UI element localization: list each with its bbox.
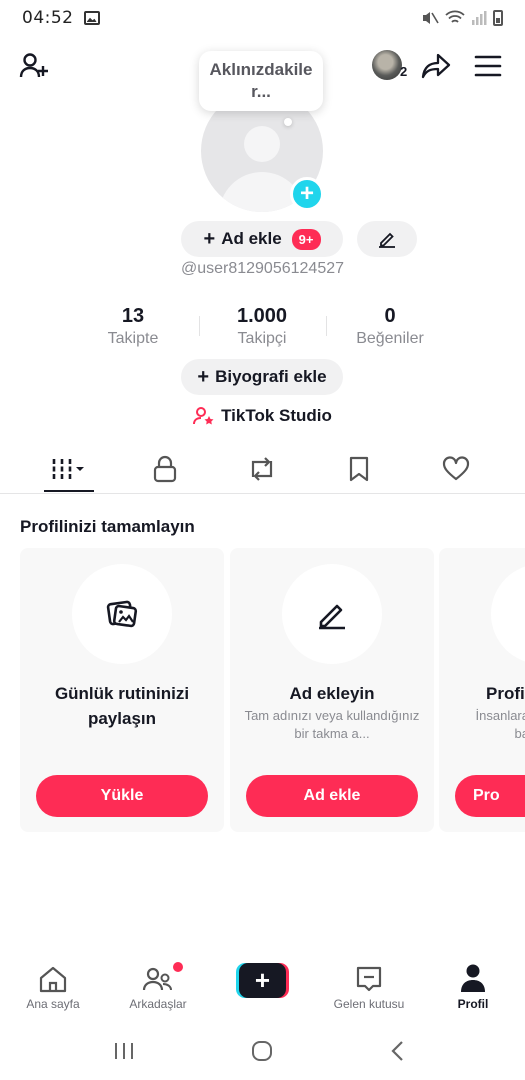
home-system-button[interactable] (242, 1036, 282, 1066)
home-icon (39, 966, 67, 993)
card-button-label: Pro (473, 787, 500, 804)
stat-label: Beğeniler (356, 330, 424, 347)
stat-followers[interactable]: 1.000 Takipçi (202, 305, 322, 348)
add-bio-button[interactable]: + Biyografi ekle (181, 359, 343, 395)
stat-likes[interactable]: 0 Beğeniler (330, 305, 450, 348)
stat-value: 13 (121, 305, 145, 327)
photo-upload-icon (106, 600, 138, 628)
friends-icon (142, 967, 172, 991)
add-photo-button[interactable]: + (290, 177, 324, 211)
recent-apps-button[interactable] (104, 1036, 144, 1066)
friend-count: 2 (400, 64, 408, 79)
card-icon-circle (282, 564, 382, 664)
card-title: Profi (486, 684, 525, 703)
stat-label: Takipte (107, 330, 159, 347)
edit-profile-button[interactable] (357, 221, 417, 257)
profile-tabs (0, 448, 525, 494)
nav-label: Profil (457, 997, 489, 1011)
add-name-label: Ad ekle (221, 229, 282, 248)
card-button[interactable]: Pro (455, 775, 525, 817)
system-nav-bar (0, 1024, 525, 1080)
create-button[interactable]: + (236, 963, 289, 998)
tab-liked[interactable] (436, 452, 476, 486)
tab-favorites[interactable] (339, 452, 379, 486)
add-bio-label: Biyografi ekle (215, 367, 327, 386)
inbox-icon (356, 966, 382, 992)
stat-divider (326, 316, 327, 336)
bookmark-icon (349, 456, 369, 482)
hamburger-icon (474, 55, 502, 77)
add-name-button[interactable]: + Ad ekle 9+ (181, 221, 343, 257)
stat-value: 1.000 (236, 305, 288, 327)
friends-notification-dot (173, 962, 183, 972)
upload-button[interactable]: Yükle (36, 775, 208, 817)
back-button[interactable] (378, 1036, 418, 1066)
studio-user-star-icon (193, 407, 214, 425)
repost-icon (251, 457, 273, 481)
videos-grid-icon (52, 459, 84, 479)
nav-label: Gelen kutusu (333, 997, 405, 1011)
profile-icon (461, 964, 485, 992)
note-bubble-text: Aklınızdakile r... (209, 60, 313, 101)
avatar-head-shape (244, 126, 280, 162)
add-friend-button[interactable] (16, 48, 52, 84)
add-user-icon (19, 53, 48, 78)
note-bubble[interactable]: Aklınızdakile r... (199, 51, 323, 111)
signal-icon (472, 11, 487, 25)
username: @user8129056124527 (180, 260, 345, 277)
tab-videos[interactable] (48, 452, 88, 486)
stat-value: 0 (384, 305, 396, 327)
card-title: Ad ekleyin (289, 684, 375, 703)
wifi-icon (445, 10, 465, 23)
status-bar: 04:52 (0, 0, 525, 36)
tab-private[interactable] (145, 452, 185, 486)
card-profile-partial[interactable]: Profi İnsanlara ba Pro (439, 548, 525, 832)
pencil-icon (319, 604, 345, 630)
friend-avatar (372, 50, 402, 80)
nav-inbox[interactable]: Gelen kutusu (324, 963, 414, 1011)
status-time: 04:52 (22, 8, 74, 28)
nav-label: Arkadaşlar (129, 997, 187, 1011)
plus-icon: + (299, 180, 314, 207)
friends-avatar-button[interactable]: 2 (370, 50, 412, 84)
note-bubble-tail (284, 118, 292, 126)
card-description: Tam adınızı veya kullandığınız bir takma… (244, 708, 420, 741)
back-chevron-icon (391, 1041, 403, 1061)
mute-icon (423, 12, 439, 24)
gallery-notification-icon (83, 11, 100, 25)
pencil-icon (379, 232, 395, 248)
add-name-card-button[interactable]: Ad ekle (246, 775, 418, 817)
stat-divider (199, 316, 200, 336)
notification-badge: 9+ (291, 228, 321, 250)
home-circle-icon (252, 1041, 272, 1061)
card-share-routine[interactable]: Günlük rutininizi paylaşın Yükle (20, 548, 224, 832)
card-title: Günlük rutininizi paylaşın (54, 684, 190, 728)
card-icon-circle (72, 564, 172, 664)
stat-following[interactable]: 13 Takipte (73, 305, 193, 348)
recent-apps-icon (115, 1043, 133, 1059)
battery-icon (493, 10, 503, 26)
tiktok-studio-link[interactable]: TikTok Studio (0, 406, 525, 426)
tiktok-studio-label: TikTok Studio (221, 406, 332, 425)
share-profile-button[interactable] (418, 48, 454, 84)
menu-button[interactable] (470, 48, 506, 84)
plus-icon: + (239, 963, 286, 998)
section-title: Profilinizi tamamlayın (20, 517, 195, 536)
status-icons (421, 10, 503, 26)
card-icon-circle (491, 564, 525, 664)
share-icon (421, 53, 451, 79)
plus-icon: + (203, 228, 216, 250)
card-add-name[interactable]: Ad ekleyin Tam adınızı veya kullandığını… (230, 548, 434, 832)
nav-label: Ana sayfa (26, 997, 80, 1011)
heart-icon (442, 456, 470, 481)
tab-reposts[interactable] (242, 452, 282, 486)
stat-label: Takipçi (237, 330, 287, 347)
nav-home[interactable]: Ana sayfa (8, 963, 98, 1011)
plus-icon: + (197, 366, 210, 388)
lock-icon (153, 455, 177, 483)
nav-profile[interactable]: Profil (428, 963, 518, 1011)
nav-friends[interactable]: Arkadaşlar (113, 963, 203, 1011)
active-tab-indicator (44, 490, 94, 492)
card-description: İnsanlara ba (475, 708, 525, 741)
